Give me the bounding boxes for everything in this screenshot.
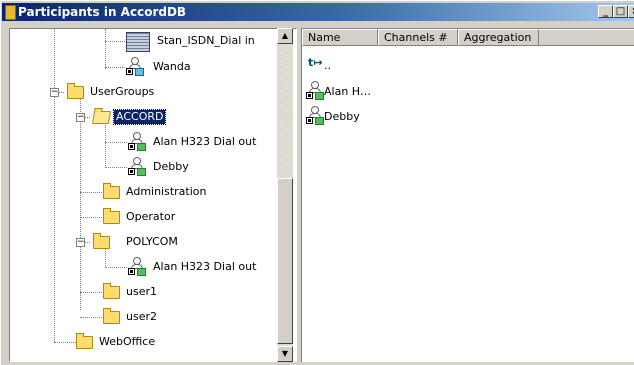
participants-window: Participants in AccordDB _ □ × Stan_ISDN… xyxy=(0,0,634,365)
column-header-aggregation[interactable]: Aggregation xyxy=(458,29,539,46)
tree-node-operator[interactable]: Operator xyxy=(124,210,177,224)
app-icon xyxy=(5,5,16,20)
user-icon xyxy=(306,106,324,126)
tree-connector xyxy=(80,192,102,193)
minimize-button[interactable]: _ xyxy=(598,5,613,18)
tree-node-weboffice[interactable]: WebOffice xyxy=(97,335,157,349)
column-header-channels[interactable]: Channels # xyxy=(378,29,458,46)
column-header-filler xyxy=(539,29,634,46)
tree-connector xyxy=(105,41,125,42)
collapse-accord-button[interactable]: − xyxy=(76,113,85,122)
window-title: Participants in AccordDB xyxy=(18,5,187,19)
tree-node-usergroups[interactable]: UserGroups xyxy=(88,85,156,99)
folder-open-icon xyxy=(91,111,112,124)
tree-node-wanda[interactable]: Wanda xyxy=(151,60,193,74)
maximize-button[interactable]: □ xyxy=(613,5,628,18)
tree-scrollbar[interactable]: ▲ ▼ xyxy=(277,28,293,362)
user-icon xyxy=(306,81,324,101)
up-folder-icon: t↦ xyxy=(308,56,323,69)
scroll-down-button[interactable]: ▼ xyxy=(277,346,293,362)
collapse-polycom-button[interactable]: − xyxy=(76,238,85,247)
tree-connector xyxy=(105,121,106,166)
tree-node-alan-polycom[interactable]: Alan H323 Dial out xyxy=(151,260,258,274)
list-pane[interactable]: Name Channels # Aggregation t↦ .. Alan H… xyxy=(301,28,634,362)
tree-connector xyxy=(105,167,127,168)
user-icon xyxy=(128,257,146,277)
isdn-device-icon xyxy=(126,32,150,52)
folder-icon xyxy=(103,308,120,324)
tree-node-user1[interactable]: user1 xyxy=(124,285,159,299)
user-icon xyxy=(128,157,146,177)
tree-node-debby[interactable]: Debby xyxy=(151,160,191,174)
column-header-name[interactable]: Name xyxy=(302,29,378,46)
list-item-parent[interactable]: .. xyxy=(324,59,331,72)
tree-connector xyxy=(80,317,102,318)
list-item-alan[interactable]: Alan H… xyxy=(324,85,371,98)
tree-node-user2[interactable]: user2 xyxy=(124,310,159,324)
tree-node-accord[interactable]: ACCORD xyxy=(112,109,167,125)
tree-node-administration[interactable]: Administration xyxy=(124,185,209,199)
user-icon xyxy=(126,57,144,77)
tree-connector xyxy=(105,29,106,69)
folder-icon xyxy=(103,183,120,199)
tree-connector xyxy=(105,267,127,268)
tree-connector xyxy=(80,95,81,310)
title-bar[interactable]: Participants in AccordDB _ □ × xyxy=(2,3,634,21)
folder-icon xyxy=(93,233,110,249)
tree-connector xyxy=(105,142,127,143)
folder-icon xyxy=(76,333,93,349)
collapse-usergroups-button[interactable]: − xyxy=(50,88,59,97)
close-button[interactable]: × xyxy=(628,5,634,18)
tree-connector xyxy=(80,292,102,293)
scroll-up-button[interactable]: ▲ xyxy=(277,28,293,44)
folder-icon xyxy=(103,208,120,224)
folder-icon xyxy=(103,283,120,299)
tree-connector xyxy=(80,217,102,218)
tree-connector xyxy=(105,246,106,266)
tree-connector xyxy=(54,29,55,342)
folder-icon xyxy=(67,83,84,99)
tree-connector xyxy=(54,342,76,343)
list-item-debby[interactable]: Debby xyxy=(324,110,360,123)
tree-node-alan-accord[interactable]: Alan H323 Dial out xyxy=(151,135,258,149)
user-icon xyxy=(128,132,146,152)
tree-connector xyxy=(105,67,125,68)
tree-node-stan-isdn[interactable]: Stan_ISDN_Dial in xyxy=(155,34,257,48)
scroll-thumb[interactable] xyxy=(277,178,293,344)
tree-node-polycom[interactable]: POLYCOM xyxy=(124,235,180,249)
tree-pane[interactable]: Stan_ISDN_Dial in Wanda − UserGroups − A… xyxy=(9,28,297,362)
